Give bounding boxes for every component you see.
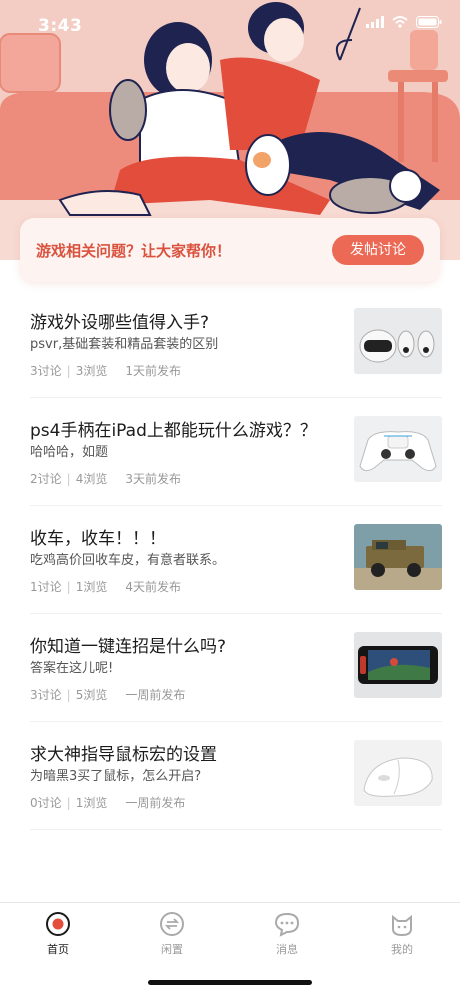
post-meta: 3讨论 | 3浏览 1天前发布: [30, 364, 181, 378]
view-count: 3浏览: [75, 364, 108, 378]
list-item[interactable]: ps4手柄在iPad上都能玩什么游戏？？ 哈哈哈，如题 2讨论 | 4浏览 3天前发布: [30, 398, 442, 506]
controller-image: [354, 416, 442, 482]
post-time: 4天前发布: [125, 580, 181, 594]
discuss-count: 0讨论: [30, 796, 62, 810]
discuss-count: 3讨论: [30, 364, 62, 378]
post-subtitle: psvr,基础套装和精品套装的区别: [30, 337, 219, 352]
jeep-image: [354, 524, 442, 590]
message-icon: [274, 912, 300, 937]
post-title: 游戏外设哪些值得入手?: [30, 313, 210, 333]
phone-game-image: [354, 632, 442, 698]
wifi-icon: [392, 16, 408, 28]
post-title: ps4手柄在iPad上都能玩什么游戏？？: [30, 421, 317, 441]
mouse-image: [354, 740, 442, 806]
post-subtitle: 答案在这儿呢!: [30, 661, 114, 676]
vr-headset-image: [354, 308, 442, 374]
post-discussion-button[interactable]: 发帖讨论: [332, 235, 424, 265]
post-meta: 1讨论 | 1浏览 4天前发布: [30, 580, 181, 594]
post-time: 3天前发布: [125, 472, 181, 486]
list-item[interactable]: 游戏外设哪些值得入手? psvr,基础套装和精品套装的区别 3讨论 | 3浏览 1天前…: [30, 290, 442, 398]
tab-home[interactable]: 首页: [18, 911, 98, 957]
cellular-signal-icon: [366, 16, 384, 28]
tab-messages[interactable]: 消息: [247, 911, 327, 957]
post-title: 求大神指导鼠标宏的设置: [30, 745, 217, 765]
post-thumbnail: [354, 308, 442, 374]
cat-profile-icon: [392, 914, 412, 937]
discuss-count: 2讨论: [30, 472, 62, 486]
post-list: 游戏外设哪些值得入手? psvr,基础套装和精品套装的区别 3讨论 | 3浏览 1天前…: [0, 290, 460, 830]
list-item[interactable]: 你知道一键连招是什么吗? 答案在这儿呢! 3讨论 | 5浏览 一周前发布: [30, 614, 442, 722]
post-time: 1天前发布: [125, 364, 181, 378]
view-count: 4浏览: [75, 472, 108, 486]
post-meta: 3讨论 | 5浏览 一周前发布: [30, 688, 186, 702]
tab-idle[interactable]: 闲置: [132, 911, 212, 957]
post-time: 一周前发布: [125, 796, 186, 810]
discuss-count: 1讨论: [30, 580, 62, 594]
post-thumbnail: [354, 524, 442, 590]
help-banner: 游戏相关问题？让大家帮你！ 发帖讨论: [20, 218, 440, 282]
discuss-count: 3讨论: [30, 688, 62, 702]
post-time: 一周前发布: [125, 688, 186, 702]
post-meta: 0讨论 | 1浏览 一周前发布: [30, 796, 186, 810]
tab-profile[interactable]: 我的: [362, 911, 442, 957]
status-icons: [366, 16, 442, 28]
post-thumbnail: [354, 416, 442, 482]
battery-icon: [416, 16, 442, 28]
home-indicator: [148, 980, 312, 985]
status-time: 3:43: [38, 16, 83, 36]
home-icon: [46, 912, 70, 936]
view-count: 1浏览: [75, 580, 108, 594]
post-thumbnail: [354, 632, 442, 698]
tab-label: 闲置: [161, 943, 183, 956]
post-subtitle: 哈哈哈，如题: [30, 445, 109, 460]
tab-label: 消息: [276, 943, 298, 956]
post-subtitle: 为暗黑3买了鼠标，怎么开启?: [30, 769, 202, 784]
banner-text: 游戏相关问题？让大家帮你！: [36, 242, 232, 260]
view-count: 5浏览: [75, 688, 108, 702]
tab-label: 我的: [391, 943, 413, 956]
post-meta: 2讨论 | 4浏览 3天前发布: [30, 472, 181, 486]
view-count: 1浏览: [75, 796, 108, 810]
list-item[interactable]: 收车，收车！！！ 吃鸡高价回收车皮，有意者联系。 1讨论 | 1浏览 4天前发布: [30, 506, 442, 614]
post-subtitle: 吃鸡高价回收车皮，有意者联系。: [30, 553, 226, 568]
swap-icon: [160, 912, 184, 936]
status-bar: 3:43: [0, 0, 460, 54]
tab-label: 首页: [47, 943, 69, 956]
post-title: 你知道一键连招是什么吗?: [30, 637, 227, 657]
post-thumbnail: [354, 740, 442, 806]
post-title: 收车，收车！！！: [30, 529, 166, 549]
list-item[interactable]: 求大神指导鼠标宏的设置 为暗黑3买了鼠标，怎么开启? 0讨论 | 1浏览 一周前发布: [30, 722, 442, 830]
